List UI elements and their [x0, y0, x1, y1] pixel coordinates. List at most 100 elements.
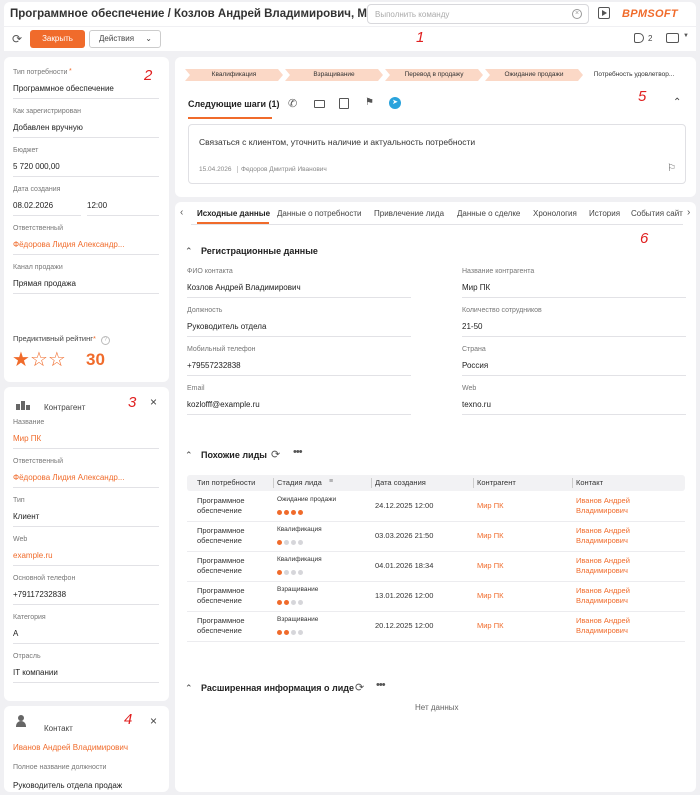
owner-link[interactable]: Фёдорова Лидия Александр...: [13, 240, 159, 255]
refresh-icon[interactable]: ⟳: [12, 33, 22, 45]
account-link[interactable]: Мир ПК: [477, 561, 503, 571]
table-row[interactable]: Программное обеспечение Квалификация 03.03.…: [187, 522, 685, 552]
reg-field-value[interactable]: Руководитель отдела: [187, 322, 411, 337]
contact-link-line2[interactable]: Владимирович: [576, 626, 628, 636]
tab-item[interactable]: Данные о потребности: [277, 205, 361, 223]
flag-icon[interactable]: ⚑: [365, 97, 374, 108]
more-icon[interactable]: •••: [293, 446, 303, 458]
contact-link-line1[interactable]: Иванов Андрей: [576, 496, 630, 506]
account-field-label: Категория: [13, 614, 46, 621]
table-row[interactable]: Программное обеспечение Квалификация 04.01.…: [187, 552, 685, 582]
video-icon[interactable]: [598, 7, 610, 19]
actions-label: Действия: [99, 34, 135, 43]
stage-step[interactable]: Взращивание: [285, 69, 383, 81]
telegram-icon[interactable]: ➤: [389, 97, 401, 109]
tab-item[interactable]: Данные о сделке: [457, 205, 520, 223]
close-button[interactable]: Закрыть: [30, 30, 85, 48]
chevron-up-icon[interactable]: ⌃: [185, 246, 193, 257]
next-steps-title[interactable]: Следующие шаги (1): [188, 99, 280, 109]
table-row[interactable]: Программное обеспечение Взращивание 13.01.2…: [187, 582, 685, 612]
phone-icon[interactable]: ✆: [288, 97, 297, 110]
chat-icon[interactable]: [666, 33, 679, 43]
filter-icon[interactable]: ≡: [329, 478, 333, 485]
contact-link-line2[interactable]: Владимирович: [576, 536, 628, 546]
contact-name-link[interactable]: Иванов Андрей Владимирович: [13, 743, 128, 752]
table-header-cell[interactable]: Контакт: [576, 476, 603, 490]
field-value[interactable]: Прямая продажа: [13, 279, 159, 294]
stage-step[interactable]: Ожидание продажи: [485, 69, 583, 81]
more-icon[interactable]: •••: [376, 679, 386, 691]
account-field-value[interactable]: Клиент: [13, 512, 159, 527]
reg-field-value[interactable]: +79557232838: [187, 361, 411, 376]
account-link[interactable]: Мир ПК: [477, 531, 503, 541]
reg-field-value[interactable]: Козлов Андрей Владимирович: [187, 283, 411, 298]
account-field-label: Ответственный: [13, 458, 63, 465]
reg-field-label: Название контрагента: [462, 268, 535, 275]
account-field-value[interactable]: A: [13, 629, 159, 644]
clear-icon[interactable]: ×: [572, 9, 582, 19]
chevron-down-icon[interactable]: ▼: [683, 33, 689, 39]
refresh-icon[interactable]: ⟳: [355, 681, 364, 694]
flag-icon[interactable]: ⚐: [667, 163, 676, 174]
close-icon[interactable]: ×: [150, 395, 157, 409]
reg-field-value[interactable]: 21-50: [462, 322, 686, 337]
reg-field-value[interactable]: Мир ПК: [462, 283, 686, 298]
account-field-value[interactable]: +79117232838: [13, 590, 159, 605]
chevron-up-icon[interactable]: ⌃: [185, 683, 193, 694]
field-value[interactable]: 08.02.2026: [13, 201, 81, 216]
contact-link-line1[interactable]: Иванов Андрей: [576, 526, 630, 536]
rating-value: 30: [86, 350, 105, 369]
tab-item[interactable]: Хронология: [533, 205, 577, 223]
tab-item[interactable]: События сайта: [631, 205, 683, 223]
field-value[interactable]: Программное обеспечение: [13, 84, 159, 99]
account-link[interactable]: Мир ПК: [477, 591, 503, 601]
account-field-link[interactable]: Мир ПК: [13, 434, 159, 449]
field-value[interactable]: Добавлен вручную: [13, 123, 159, 138]
tab-item[interactable]: История: [589, 205, 620, 223]
chevron-up-icon[interactable]: ⌃: [673, 97, 681, 108]
table-row[interactable]: Программное обеспечение Взращивание 20.12.2…: [187, 612, 685, 642]
refresh-icon[interactable]: ⟳: [271, 448, 280, 461]
actions-button[interactable]: Действия ⌄: [89, 30, 161, 48]
task-text: Связаться с клиентом, уточнить наличие и…: [199, 137, 476, 147]
contact-link-line1[interactable]: Иванов Андрей: [576, 616, 630, 626]
time-value[interactable]: 12:00: [87, 201, 159, 216]
contact-link-line2[interactable]: Владимирович: [576, 566, 628, 576]
field-label: Ответственный: [13, 225, 63, 232]
contact-link-line2[interactable]: Владимирович: [576, 506, 628, 516]
table-row[interactable]: Программное обеспечение Ожидание продажи 24…: [187, 492, 685, 522]
tag-icon[interactable]: [634, 33, 644, 43]
close-icon[interactable]: ×: [150, 714, 157, 728]
contact-link-line1[interactable]: Иванов Андрей: [576, 586, 630, 596]
stage-name: Квалификация: [277, 556, 322, 563]
tab-item[interactable]: Привлечение лида: [374, 205, 444, 223]
stage-step[interactable]: Перевод в продажу: [385, 69, 483, 81]
account-link[interactable]: Мир ПК: [477, 621, 503, 631]
email-icon[interactable]: [314, 100, 325, 108]
chevron-right-icon[interactable]: ›: [687, 207, 690, 218]
account-field-link[interactable]: example.ru: [13, 551, 159, 566]
command-input[interactable]: Выполнить команду ×: [367, 4, 589, 24]
need-type-line2: обеспечение: [197, 566, 242, 575]
document-icon[interactable]: [339, 98, 349, 109]
tab-item[interactable]: Исходные данные: [197, 205, 270, 223]
help-icon[interactable]: ?: [100, 336, 110, 345]
table-header-cell[interactable]: Стадия лида: [277, 476, 322, 490]
table-header-cell[interactable]: Тип потребности: [197, 476, 255, 490]
stage-step[interactable]: Потребность удовлетвор...: [585, 69, 683, 81]
table-header-cell[interactable]: Контрагент: [477, 476, 516, 490]
chevron-up-icon[interactable]: ⌃: [185, 450, 193, 461]
field-value[interactable]: 5 720 000,00: [13, 162, 159, 177]
table-header-cell[interactable]: Дата создания: [375, 476, 426, 490]
stage-step[interactable]: Квалификация: [185, 69, 283, 81]
reg-field-value[interactable]: Россия: [462, 361, 686, 376]
chevron-left-icon[interactable]: ‹: [180, 207, 183, 218]
account-field-value[interactable]: IT компании: [13, 668, 159, 683]
contact-link-line2[interactable]: Владимирович: [576, 596, 628, 606]
reg-field-value[interactable]: texno.ru: [462, 400, 686, 415]
account-field-link[interactable]: Фёдорова Лидия Александр...: [13, 473, 159, 488]
contact-link-line1[interactable]: Иванов Андрей: [576, 556, 630, 566]
task-card[interactable]: Связаться с клиентом, уточнить наличие и…: [188, 124, 686, 184]
account-link[interactable]: Мир ПК: [477, 501, 503, 511]
reg-field-value[interactable]: kozlofff@example.ru: [187, 400, 411, 415]
